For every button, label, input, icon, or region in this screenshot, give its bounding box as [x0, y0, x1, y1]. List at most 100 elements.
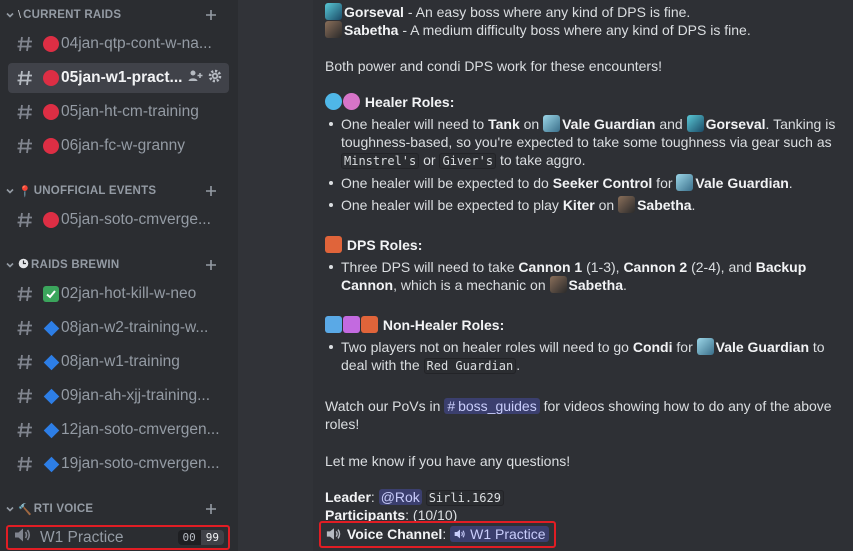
bullet — [329, 203, 333, 207]
dps-role-icon — [325, 236, 342, 253]
boss-name: Gorseval — [344, 4, 404, 20]
gear-icon[interactable] — [207, 68, 223, 89]
text-channel-icon — [14, 209, 36, 231]
voice-channel-name: W1 Practice — [40, 528, 124, 546]
category-label: UNOFFICIAL EVENTS — [33, 185, 157, 197]
healer-role-icon — [325, 93, 342, 110]
inline-code: Sirli.1629 — [425, 490, 504, 506]
chevron-down-icon — [4, 259, 16, 271]
dps-note: Both power and condi DPS work for these … — [325, 58, 662, 74]
channel-name: 04jan-qtp-cont-w-na... — [61, 35, 212, 52]
text-channel-icon — [14, 135, 36, 157]
inline-code: Minstrel's — [341, 153, 420, 169]
channel-name: 05jan-w1-pract... — [61, 69, 183, 86]
section-heading: DPS Roles: — [346, 237, 423, 253]
chevron-down-icon — [4, 185, 16, 197]
bullet — [329, 345, 333, 349]
pin-icon: 📍 — [18, 185, 32, 198]
text-line: roles! — [325, 416, 360, 432]
blue-diamond-icon — [42, 319, 60, 337]
channel-mention-boss-guides[interactable]: # boss_guides — [444, 398, 540, 414]
support-role-icon — [325, 316, 342, 333]
channel-name: 09jan-ah-xjj-training... — [61, 387, 211, 404]
field-label: Voice Channel — [346, 526, 443, 542]
channel-05jan-ht[interactable]: 05jan-ht-cm-training — [8, 97, 229, 127]
red-circle-icon — [42, 211, 60, 229]
chevron-down-icon — [4, 9, 16, 21]
channel-name: 08jan-w2-training-w... — [61, 319, 209, 336]
user-count: 00 — [177, 530, 201, 545]
text-channel-icon — [14, 385, 36, 407]
inline-code: Giver's — [439, 153, 497, 169]
blue-diamond-icon — [42, 455, 60, 473]
text-channel-icon — [14, 317, 36, 339]
channel-09jan-ah[interactable]: 09jan-ah-xjj-training... — [8, 381, 229, 411]
clock-icon — [18, 258, 29, 272]
category-unofficial-events[interactable]: 📍 UNOFFICIAL EVENTS — [0, 181, 238, 201]
category-current-raids[interactable]: \ CURRENT RAIDS — [0, 5, 238, 25]
blue-diamond-icon — [42, 421, 60, 439]
text-channel-icon — [14, 101, 36, 123]
channel-name: 06jan-fc-w-granny — [61, 137, 186, 154]
user-mention[interactable]: @Rok — [378, 489, 422, 505]
dps-role-icon — [361, 316, 378, 333]
category-raids-brewin[interactable]: RAIDS BREWIN — [0, 255, 238, 275]
gorseval-emoji-icon — [686, 115, 704, 132]
text-channel-icon — [14, 283, 36, 305]
text-channel-icon — [14, 67, 36, 89]
speaker-icon — [12, 525, 32, 550]
channel-05jan-w1-practice[interactable]: 05jan-w1-pract... — [8, 63, 229, 93]
sabetha-emoji-icon — [549, 276, 567, 293]
category-label: CURRENT RAIDS — [23, 9, 122, 21]
vale-guardian-emoji-icon — [696, 338, 714, 355]
healer-role-icon — [343, 93, 360, 110]
user-limit-badge: 00 99 — [177, 530, 224, 545]
voice-channel-w1-practice[interactable]: W1 Practice 00 99 — [6, 525, 230, 550]
channel-name: 12jan-soto-cmvergen... — [61, 421, 220, 438]
invite-icon[interactable] — [187, 68, 203, 89]
text-line: toughness-based, so you're expected to t… — [341, 134, 832, 150]
gorseval-emoji-icon — [325, 3, 342, 20]
red-circle-icon — [42, 103, 60, 121]
create-channel-plus-icon[interactable] — [202, 500, 220, 518]
channel-08jan-w1[interactable]: 08jan-w1-training — [8, 347, 229, 377]
blue-diamond-icon — [42, 353, 60, 371]
red-circle-icon — [42, 137, 60, 155]
red-circle-icon — [42, 35, 60, 53]
chevron-down-icon — [4, 503, 16, 515]
bullet — [329, 181, 333, 185]
red-circle-icon — [42, 69, 60, 87]
blue-diamond-icon — [42, 387, 60, 405]
channel-12jan-soto[interactable]: 12jan-soto-cmvergen... — [8, 415, 229, 445]
channel-sidebar: \ CURRENT RAIDS 04jan-qtp-cont-w-na... 0… — [0, 0, 238, 551]
field-label: Leader — [325, 489, 371, 505]
channel-name: 19jan-soto-cmvergen... — [61, 455, 220, 472]
category-rti-voice[interactable]: 🔨 RTI VOICE — [0, 499, 238, 519]
sabetha-emoji-icon — [618, 196, 636, 213]
vale-guardian-emoji-icon — [676, 174, 694, 191]
channel-05jan-soto[interactable]: 05jan-soto-cmverge... — [8, 205, 229, 235]
text-channel-icon — [14, 419, 36, 441]
channel-19jan-soto[interactable]: 19jan-soto-cmvergen... — [8, 449, 229, 479]
text-channel-icon — [14, 453, 36, 475]
channel-08jan-w2[interactable]: 08jan-w2-training-w... — [8, 313, 229, 343]
create-channel-plus-icon[interactable] — [202, 256, 220, 274]
bullet — [329, 122, 333, 126]
channel-02jan-hot[interactable]: 02jan-hot-kill-w-neo — [8, 279, 229, 309]
inline-code: Red Guardian — [423, 358, 517, 374]
create-channel-plus-icon[interactable] — [202, 182, 220, 200]
category-label: RTI VOICE — [33, 503, 94, 515]
voice-channel-mention[interactable]: W1 Practice — [450, 526, 549, 542]
channel-04jan[interactable]: 04jan-qtp-cont-w-na... — [8, 29, 229, 59]
create-channel-plus-icon[interactable] — [202, 6, 220, 24]
speaker-icon — [325, 526, 343, 542]
text-line: Let me know if you have any questions! — [325, 453, 571, 469]
message-gutter — [238, 0, 313, 551]
condi-role-icon — [343, 316, 360, 333]
user-limit: 99 — [200, 530, 224, 545]
message-pane: Gorseval - An easy boss where any kind o… — [313, 0, 853, 551]
channel-06jan-fc[interactable]: 06jan-fc-w-granny — [8, 131, 229, 161]
sabetha-emoji-icon — [325, 21, 342, 38]
channel-name: 05jan-ht-cm-training — [61, 103, 199, 120]
sword-icon: \ — [18, 9, 22, 21]
